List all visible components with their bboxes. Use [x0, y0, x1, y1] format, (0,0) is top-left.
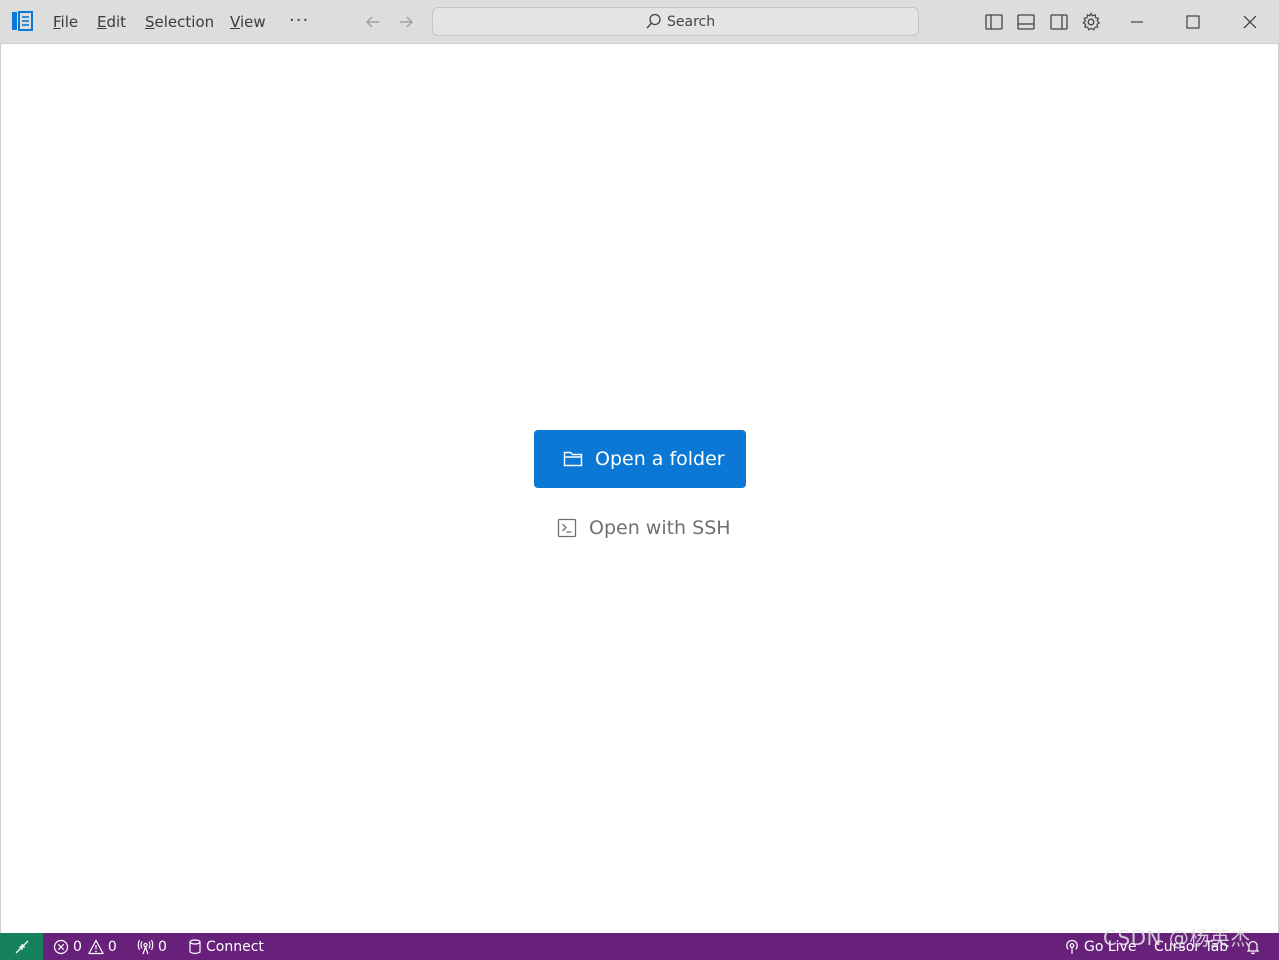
broadcast-icon: [137, 939, 154, 954]
remote-icon: [15, 940, 28, 953]
database-icon: [189, 938, 201, 954]
terminal-icon: [557, 518, 577, 538]
error-icon: [53, 939, 69, 954]
toggle-panel-icon[interactable]: [1016, 12, 1036, 32]
close-icon[interactable]: [1240, 12, 1260, 32]
menu-selection[interactable]: Selection: [145, 12, 214, 32]
settings-gear-icon[interactable]: [1081, 12, 1101, 32]
ports-count: 0: [158, 938, 167, 955]
folder-icon: [563, 451, 583, 467]
error-count: 0: [73, 938, 82, 955]
warning-icon: [87, 938, 104, 954]
toggle-primary-sidebar-icon[interactable]: [984, 12, 1004, 32]
open-with-ssh-label: Open with SSH: [589, 517, 731, 539]
toggle-secondary-sidebar-icon[interactable]: [1049, 12, 1069, 32]
warning-count: 0: [107, 938, 117, 955]
open-with-ssh-link[interactable]: Open with SSH: [557, 514, 731, 542]
ports-indicator[interactable]: 0: [137, 933, 167, 960]
open-folder-label: Open a folder: [595, 448, 725, 470]
watermark: CSDN @杨英杰: [1103, 926, 1251, 950]
maximize-icon[interactable]: [1183, 12, 1203, 32]
back-arrow-icon[interactable]: [363, 12, 383, 32]
status-bar: 0 0 0 Connect Go Live Cursor Tab: [0, 933, 1279, 960]
connect-button[interactable]: Connect: [188, 933, 264, 960]
connect-label: Connect: [206, 938, 264, 955]
menu-file[interactable]: File: [53, 12, 78, 32]
command-center-search[interactable]: Search: [432, 7, 919, 36]
search-icon: [646, 13, 661, 29]
problems-indicator[interactable]: 0 0: [53, 933, 117, 960]
open-folder-button[interactable]: Open a folder: [534, 430, 746, 488]
broadcast-icon: [1066, 939, 1078, 954]
search-label: Search: [667, 13, 716, 30]
forward-arrow-icon[interactable]: [396, 12, 416, 32]
menu-edit[interactable]: Edit: [97, 12, 126, 32]
remote-indicator-button[interactable]: [0, 933, 43, 960]
app-icon: [12, 11, 33, 31]
menu-view[interactable]: View: [230, 12, 266, 32]
title-bar: File Edit Selection View ··· Search: [0, 0, 1279, 44]
more-menu-button[interactable]: ···: [289, 10, 309, 31]
minimize-icon[interactable]: [1127, 12, 1147, 32]
